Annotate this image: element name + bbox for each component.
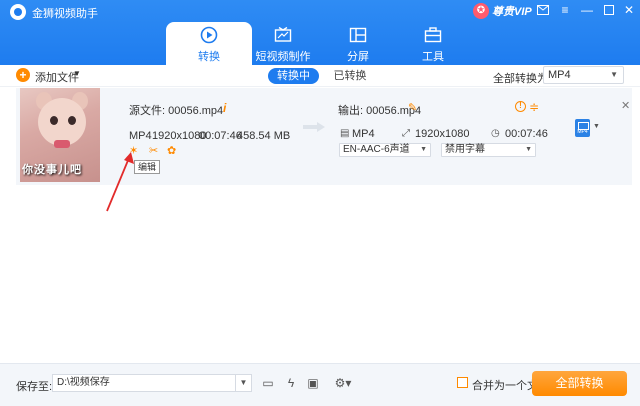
resolution-expand-icon: ⤢	[402, 128, 410, 139]
tab-short-video[interactable]: 短视频制作	[240, 22, 326, 65]
chevron-down-icon: ▼	[610, 70, 618, 79]
add-file-dropdown-icon[interactable]: ▼	[73, 69, 81, 78]
cut-icon[interactable]: ✂	[149, 145, 161, 157]
output-format-select[interactable]: MP4 ▼	[543, 66, 624, 84]
film-icon: ▤	[340, 128, 350, 139]
subtitle-select[interactable]: 禁用字幕 ▼	[441, 143, 536, 157]
convert-all-button[interactable]: 全部转换	[532, 371, 627, 396]
tab-tools-label: 工具	[422, 51, 444, 63]
audio-track-select[interactable]: EN-AAC-6声道 ▼	[339, 143, 431, 157]
tab-split-screen-label: 分屏	[347, 51, 369, 63]
split-screen-icon	[349, 27, 367, 43]
warning-icon[interactable]: !	[515, 101, 526, 112]
mail-icon[interactable]	[536, 3, 550, 17]
minimize-icon[interactable]: —	[580, 3, 594, 17]
tab-convert-label: 转换	[198, 51, 220, 63]
audio-track-value: EN-AAC-6声道	[343, 144, 410, 155]
tab-converted[interactable]: 已转换	[330, 68, 370, 84]
merge-checkbox[interactable]	[457, 377, 468, 388]
toolbox-icon	[424, 27, 442, 43]
output-duration: 00:07:46	[505, 128, 548, 140]
tab-tools[interactable]: 工具	[390, 22, 476, 65]
open-folder-icon[interactable]: ▭	[260, 375, 276, 391]
source-format: MP4	[129, 130, 152, 142]
chevron-down-icon[interactable]: ▼	[235, 375, 251, 391]
app-title: 金狮视频助手	[32, 8, 98, 20]
settings-adjust-icon[interactable]: ≑	[529, 100, 539, 114]
settings-gear-icon[interactable]: ⚙▾	[330, 375, 356, 391]
title-bar: 金狮视频助手 ✪ 尊贵VIP ≡ — ✕ 转换 短视频制作 分屏 工具	[0, 0, 640, 65]
short-video-icon	[274, 26, 292, 42]
source-duration: 00:07:46	[199, 130, 242, 142]
vip-icon: ✪	[473, 2, 489, 19]
add-file-plus-icon[interactable]: +	[16, 68, 30, 82]
tab-short-video-label: 短视频制作	[255, 51, 311, 63]
video-thumbnail[interactable]: 你没事儿吧	[20, 88, 100, 182]
thumb-bear-eye	[68, 116, 76, 125]
tab-split-screen[interactable]: 分屏	[315, 22, 401, 65]
save-path-select[interactable]: D:\视频保存 ▼	[52, 374, 252, 392]
menu-icon[interactable]: ≡	[558, 3, 572, 17]
source-size: 458.54 MB	[237, 130, 291, 142]
save-to-label: 保存至:	[16, 381, 53, 393]
thumb-subtitle: 你没事儿吧	[22, 164, 82, 176]
gpu-acceleration-icon[interactable]: ▣	[305, 375, 321, 391]
chevron-down-icon: ▼	[525, 146, 532, 153]
output-format-value: MP4	[548, 69, 571, 81]
close-icon[interactable]: ✕	[622, 3, 636, 17]
chevron-down-icon[interactable]: ▼	[593, 123, 600, 130]
output-format: MP4	[352, 128, 375, 140]
app-logo-icon	[10, 4, 26, 20]
toolbar: + 添加文件 ▼ 转换中 已转换 全部转换为: MP4 ▼	[0, 65, 640, 87]
thumb-bow	[54, 140, 70, 148]
footer-bar: 保存至: D:\视频保存 ▼ ▭ ϟ ▣ ⚙▾ 合并为一个文件 全部转换	[0, 363, 640, 406]
hardware-acceleration-off-icon[interactable]: ϟ	[283, 375, 299, 391]
maximize-icon[interactable]	[602, 3, 616, 17]
clock-icon: ◷	[491, 128, 500, 139]
vip-badge[interactable]: ✪ 尊贵VIP	[473, 2, 532, 19]
info-icon[interactable]: i	[223, 101, 226, 115]
output-resolution: 1920x1080	[415, 128, 470, 140]
effect-palette-icon[interactable]: ✿	[167, 145, 179, 157]
annotation-arrow-icon	[106, 152, 134, 212]
convert-icon	[200, 26, 218, 44]
convert-arrow-icon	[303, 122, 325, 132]
vip-label: 尊贵VIP	[492, 5, 532, 18]
subtitle-value: 禁用字幕	[445, 144, 485, 155]
thumb-bear-eye	[50, 116, 58, 125]
remove-file-close-icon[interactable]: ✕	[621, 99, 630, 112]
source-file-name: 源文件: 00056.mp4	[129, 105, 224, 117]
chevron-down-icon: ▼	[420, 146, 427, 153]
rename-pen-icon[interactable]: ✎	[408, 101, 417, 114]
tab-converting[interactable]: 转换中	[268, 68, 319, 84]
save-path-value: D:\视频保存	[57, 377, 110, 388]
output-format-badge[interactable]: MP4	[575, 119, 590, 137]
thumb-bear-face	[38, 98, 86, 146]
